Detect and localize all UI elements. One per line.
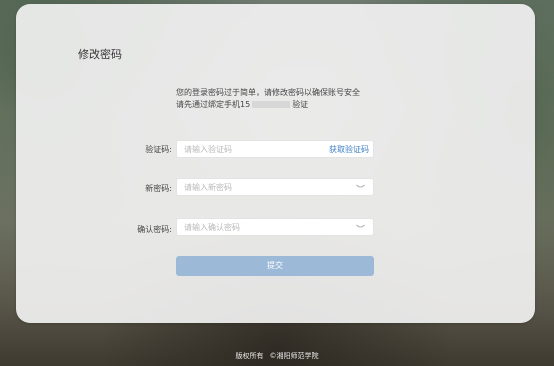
code-label: 验证码: <box>145 145 172 154</box>
new-password-field <box>176 178 374 196</box>
new-password-label: 新密码: <box>145 184 172 193</box>
get-code-button[interactable]: 获取验证码 <box>329 144 369 155</box>
footer-org: ©湘阳师范学院 <box>269 352 319 360</box>
footer-copyright: 版权所有 <box>235 352 264 360</box>
change-password-card: 修改密码 您的登录密码过于简单，请修改密码以确保账号安全 请先通过绑定手机15 验… <box>16 4 535 323</box>
eye-closed-icon[interactable] <box>356 224 365 230</box>
confirm-password-field <box>176 218 374 236</box>
masked-phone-number <box>252 101 291 108</box>
security-notice: 您的登录密码过于简单，请修改密码以确保账号安全 请先通过绑定手机15 验证 <box>176 87 378 111</box>
submit-button[interactable]: 提交 <box>176 256 374 276</box>
code-input[interactable] <box>184 143 314 155</box>
page-title: 修改密码 <box>78 48 122 61</box>
new-password-input[interactable] <box>184 181 314 193</box>
footer: 版权所有 ©湘阳师范学院 <box>0 351 554 361</box>
notice-line-1: 您的登录密码过于简单，请修改密码以确保账号安全 <box>176 88 360 97</box>
notice-line-2-suffix: 验证 <box>292 100 309 109</box>
notice-line-2: 请先通过绑定手机15 验证 <box>176 99 378 111</box>
confirm-password-label: 确认密码: <box>137 225 172 234</box>
eye-closed-icon[interactable] <box>356 184 365 190</box>
notice-line-2-prefix: 请先通过绑定手机15 <box>176 100 251 109</box>
code-field: 获取验证码 <box>176 140 374 158</box>
confirm-password-input[interactable] <box>184 221 314 233</box>
